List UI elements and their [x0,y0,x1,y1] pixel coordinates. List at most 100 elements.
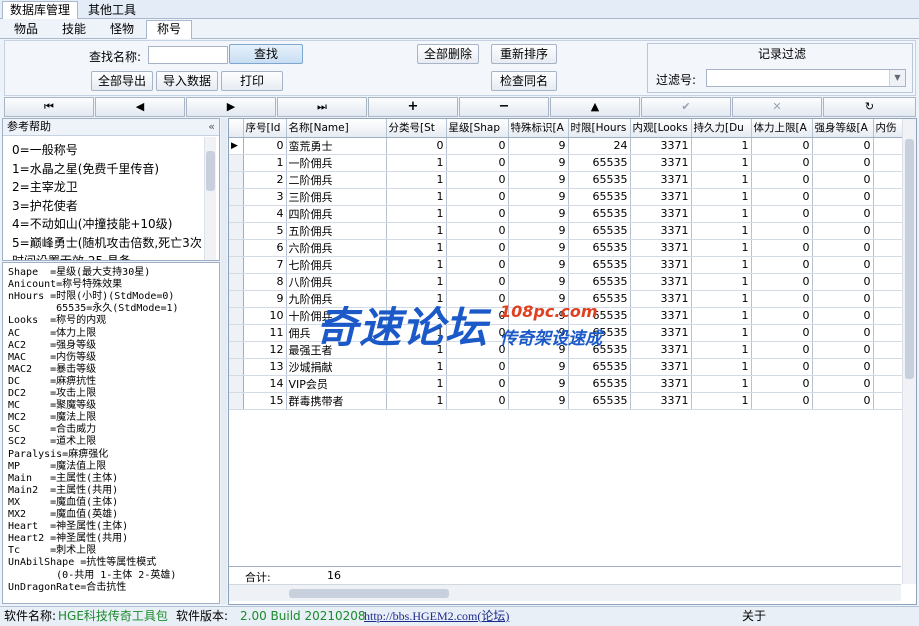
tab-database-manage[interactable]: 数据库管理 [2,1,79,20]
column-header[interactable]: 时限[Hours [568,119,631,138]
search-input[interactable] [148,46,228,64]
table-cell[interactable]: 沙城捐献 [286,358,387,376]
table-cell[interactable]: 0 [446,239,509,257]
prior-record-button[interactable]: ◀ [95,97,185,117]
table-cell[interactable]: 0 [812,205,874,223]
row-indicator[interactable] [229,256,244,274]
table-cell[interactable]: 0 [812,239,874,257]
table-cell[interactable]: 1 [691,290,752,308]
table-cell[interactable] [873,392,904,410]
grid-hscrollbar[interactable] [229,584,901,601]
table-cell[interactable]: 9 [243,290,287,308]
column-header[interactable]: 序号[Id [243,119,287,138]
panel-splitter[interactable] [221,118,227,604]
table-cell[interactable]: 0 [751,171,813,189]
table-cell[interactable] [873,256,904,274]
table-cell[interactable]: 1 [691,239,752,257]
table-cell[interactable]: 0 [446,154,509,172]
table-cell[interactable]: 0 [812,256,874,274]
table-cell[interactable]: 3371 [630,375,692,393]
table-cell[interactable] [873,273,904,291]
table-cell[interactable]: 0 [243,137,287,155]
table-cell[interactable]: 0 [751,205,813,223]
current-row-indicator[interactable]: ▶ [229,137,244,155]
table-cell[interactable]: 3371 [630,392,692,410]
table-cell[interactable]: 二阶佣兵 [286,171,387,189]
chevron-down-icon[interactable]: ▼ [889,70,905,86]
table-cell[interactable]: 5 [243,222,287,240]
import-data-button[interactable]: 导入数据 [156,71,218,91]
table-row[interactable]: 1 一阶佣兵 1 0 9 65535 3371 1 0 0 [229,154,909,172]
table-cell[interactable]: 3 [243,188,287,206]
table-cell[interactable]: 65535 [568,171,631,189]
table-cell[interactable]: 65535 [568,392,631,410]
edit-record-button[interactable]: ▲ [550,97,640,117]
table-cell[interactable] [873,307,904,325]
table-cell[interactable]: 0 [751,324,813,342]
table-cell[interactable]: 0 [812,392,874,410]
table-cell[interactable]: 3371 [630,273,692,291]
table-cell[interactable]: 0 [812,358,874,376]
delete-all-button[interactable]: 全部删除 [417,44,479,64]
table-cell[interactable]: 五阶佣兵 [286,222,387,240]
table-cell[interactable]: 14 [243,375,287,393]
table-cell[interactable] [873,154,904,172]
scroll-thumb[interactable] [289,589,449,598]
table-cell[interactable]: 15 [243,392,287,410]
scroll-thumb[interactable] [905,139,914,379]
table-cell[interactable]: 蛮荒勇士 [286,137,387,155]
table-row[interactable]: 6 六阶佣兵 1 0 9 65535 3371 1 0 0 [229,239,909,257]
scroll-thumb[interactable] [206,151,215,191]
table-cell[interactable]: 1 [691,341,752,359]
cancel-record-button[interactable]: ✕ [732,97,822,117]
row-indicator[interactable] [229,324,244,342]
table-cell[interactable]: 65535 [568,375,631,393]
row-indicator[interactable] [229,188,244,206]
table-cell[interactable]: 1 [386,171,447,189]
table-cell[interactable]: 1 [691,358,752,376]
table-cell[interactable] [873,358,904,376]
check-duplicate-button[interactable]: 检查同名 [491,71,557,91]
table-cell[interactable]: 65535 [568,154,631,172]
table-cell[interactable]: 0 [446,358,509,376]
row-indicator[interactable] [229,239,244,257]
collapse-icon[interactable]: « [208,119,215,135]
first-record-button[interactable]: ⏮ [4,97,94,117]
table-row[interactable]: 13 沙城捐献 1 0 9 65535 3371 1 0 0 [229,358,909,376]
column-header[interactable]: 持久力[Du [691,119,752,138]
table-cell[interactable]: 2 [243,171,287,189]
table-cell[interactable]: 3371 [630,222,692,240]
table-cell[interactable]: 9 [508,154,569,172]
table-cell[interactable]: 0 [812,137,874,155]
table-cell[interactable]: 0 [751,256,813,274]
table-cell[interactable]: 3371 [630,154,692,172]
table-cell[interactable]: 0 [751,273,813,291]
table-cell[interactable]: 0 [812,273,874,291]
table-cell[interactable]: 0 [446,256,509,274]
table-cell[interactable]: 4 [243,205,287,223]
table-cell[interactable]: 群毒携带者 [286,392,387,410]
table-cell[interactable]: 0 [812,341,874,359]
table-cell[interactable]: 1 [691,137,752,155]
table-cell[interactable]: 1 [691,375,752,393]
table-cell[interactable]: 65535 [568,188,631,206]
table-cell[interactable]: 0 [446,171,509,189]
table-cell[interactable] [873,222,904,240]
table-cell[interactable] [873,341,904,359]
tab-items[interactable]: 物品 [8,21,44,39]
table-cell[interactable]: 0 [751,341,813,359]
insert-record-button[interactable]: + [368,97,458,117]
table-cell[interactable]: 11 [243,324,287,342]
table-cell[interactable]: 0 [751,307,813,325]
table-cell[interactable] [873,171,904,189]
table-cell[interactable]: 0 [751,239,813,257]
table-cell[interactable]: 1 [386,358,447,376]
next-record-button[interactable]: ▶ [186,97,276,117]
table-cell[interactable]: 8 [243,273,287,291]
table-cell[interactable]: 四阶佣兵 [286,205,387,223]
table-cell[interactable]: 9 [508,358,569,376]
table-cell[interactable]: 六阶佣兵 [286,239,387,257]
table-cell[interactable]: 65535 [568,239,631,257]
table-cell[interactable]: 1 [691,392,752,410]
table-cell[interactable]: 3371 [630,239,692,257]
